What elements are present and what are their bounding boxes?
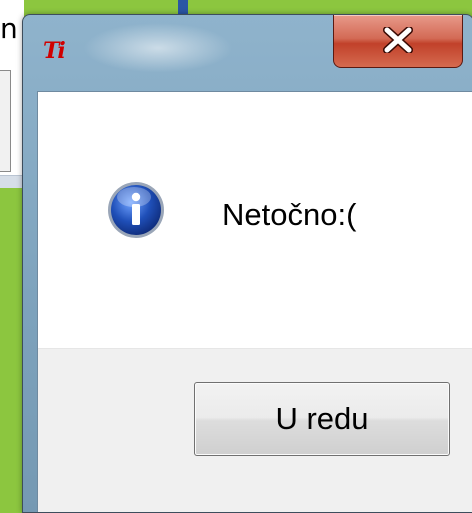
background-strip <box>0 175 24 188</box>
close-button[interactable] <box>333 15 463 68</box>
background-text: n <box>0 12 18 45</box>
dialog-body: Netočno:( U redu <box>37 91 472 512</box>
close-x-icon <box>383 27 413 53</box>
message-text: Netočno:( <box>222 197 357 232</box>
button-bar: U redu <box>38 348 472 512</box>
message-dialog: Ti Netočno:(U redu <box>22 14 472 513</box>
title-bar[interactable]: Ti <box>23 15 472 85</box>
ok-button[interactable]: U redu <box>194 382 450 456</box>
info-icon <box>108 182 164 238</box>
background-button[interactable] <box>0 70 11 172</box>
app-logo-icon: Ti <box>43 38 66 64</box>
message-area: Netočno:( <box>38 92 472 348</box>
